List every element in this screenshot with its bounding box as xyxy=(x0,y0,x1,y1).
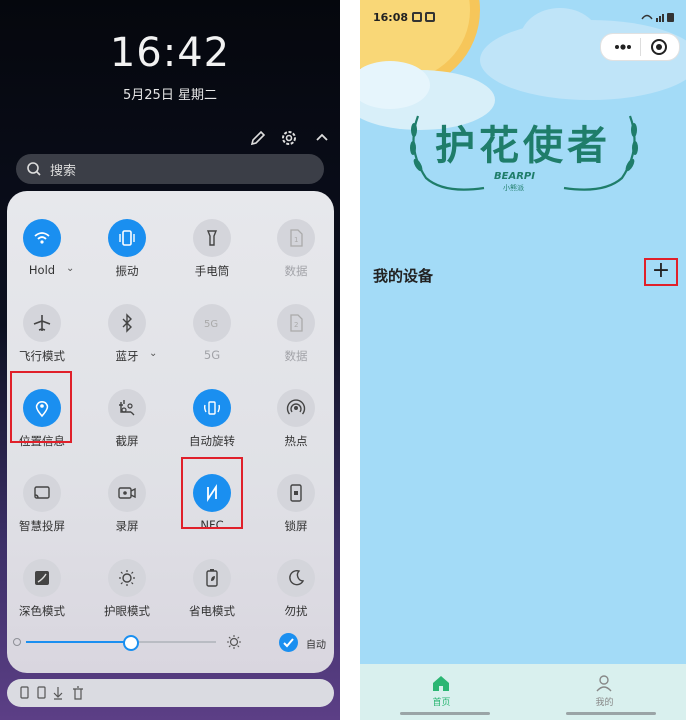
status-bar-time: 16:08 xyxy=(373,11,409,24)
tab-home[interactable]: 首页 xyxy=(360,668,523,710)
search-placeholder: 搜索 xyxy=(50,164,77,179)
battery-saver-icon xyxy=(193,559,231,597)
my-devices-heading: 我的设备 xyxy=(373,267,434,285)
quick-tile[interactable]: 振动 xyxy=(87,197,167,278)
more-menu-icon[interactable] xyxy=(609,37,637,57)
eye-comfort-icon xyxy=(108,559,146,597)
expand-chevron-icon[interactable]: ⌄ xyxy=(149,348,157,359)
quick-tile-label: 飞行模式 xyxy=(19,349,65,363)
quick-tile-label: 数据 xyxy=(284,264,308,278)
tab-profile-label: 我的 xyxy=(595,698,614,708)
tab-home-label: 首页 xyxy=(432,698,451,708)
vibrate-icon xyxy=(108,219,146,257)
brightness-slider-knob[interactable] xyxy=(122,635,139,651)
quick-tile[interactable]: 深色模式 xyxy=(2,537,82,618)
quick-tile-label: 振动 xyxy=(115,264,139,278)
close-miniprogram-icon[interactable] xyxy=(647,37,671,57)
quick-tile[interactable]: 护眼模式 xyxy=(87,537,167,618)
brightness-low-icon xyxy=(13,638,21,646)
quick-tile[interactable]: 自动旋转 xyxy=(172,367,252,448)
quick-tile-label: 自动旋转 xyxy=(189,434,235,448)
quick-tile-label: 智慧投屏 xyxy=(19,519,65,533)
highlight-box-location xyxy=(10,371,72,443)
sim2-icon: 2 xyxy=(277,304,315,342)
bluetooth-icon xyxy=(108,304,146,342)
brightness-slider-fill xyxy=(26,641,131,643)
brand-subtitle: 小熊派 xyxy=(503,184,524,192)
status-signal-battery-icons xyxy=(641,13,674,22)
status-notification-icons xyxy=(412,12,435,22)
airplane-icon xyxy=(23,304,61,342)
search-icon xyxy=(27,162,41,176)
quick-tile-label: 热点 xyxy=(284,434,308,448)
svg-text:1: 1 xyxy=(294,236,298,244)
quick-tile-label: 省电模式 xyxy=(189,604,235,618)
auto-brightness-label: 自动 xyxy=(306,640,326,651)
quick-tile-label: 深色模式 xyxy=(19,604,65,618)
svg-text:5G: 5G xyxy=(204,319,218,330)
quick-tile[interactable]: 勿扰 xyxy=(256,537,336,618)
gesture-bar-right xyxy=(566,712,656,715)
lock-screen-icon xyxy=(277,474,315,512)
screenshot-icon xyxy=(108,389,146,427)
app-logo-title: 护花使者 xyxy=(435,123,611,169)
quick-tile-label: 勿扰 xyxy=(284,604,308,618)
notification-icons xyxy=(20,686,83,700)
quick-tile-label: 手电筒 xyxy=(194,264,230,278)
search-bar[interactable]: 搜索 xyxy=(16,154,324,184)
edit-pencil-icon[interactable] xyxy=(248,128,268,148)
expand-chevron-icon[interactable]: ⌄ xyxy=(66,263,74,274)
quick-tile[interactable]: 省电模式 xyxy=(172,537,252,618)
quick-tile[interactable]: 飞行模式 xyxy=(2,282,82,363)
quick-tile-label: 锁屏 xyxy=(284,519,308,533)
home-icon xyxy=(433,676,449,691)
5g-icon: 5G xyxy=(193,304,231,342)
quick-tile: 5G 5G xyxy=(172,282,252,362)
lockscreen-date: 5月25日 星期二 xyxy=(123,88,217,103)
add-device-button[interactable]: + xyxy=(644,258,678,286)
brand-name: BEARPI xyxy=(494,171,535,182)
lockscreen-clock: 16:42 xyxy=(109,30,231,76)
quick-tile: 2 数据 xyxy=(256,282,336,363)
quick-tile[interactable]: 手电筒 xyxy=(172,197,252,278)
wifi-icon xyxy=(23,219,61,257)
quick-tile[interactable]: 录屏 xyxy=(87,452,167,533)
quick-tile-label: 5G xyxy=(203,348,221,362)
add-device-plus: + xyxy=(651,258,671,283)
profile-icon xyxy=(596,675,612,692)
quick-tile: 1 数据 xyxy=(256,197,336,278)
quick-tile[interactable]: 截屏 xyxy=(87,367,167,448)
right-phone-screen: 16:08 护花使者 BEARPI 小熊派 我的设备 + 首页 我的 xyxy=(360,0,686,720)
svg-text:2: 2 xyxy=(294,321,298,329)
quick-tile[interactable]: 热点 xyxy=(256,367,336,448)
record-icon xyxy=(108,474,146,512)
hotspot-icon xyxy=(277,389,315,427)
quick-tile-label: 数据 xyxy=(284,349,308,363)
moon-icon xyxy=(277,559,315,597)
tab-profile[interactable]: 我的 xyxy=(523,668,686,710)
quick-tile[interactable]: 智慧投屏 xyxy=(2,452,82,533)
quick-tile-label: 截屏 xyxy=(115,434,139,448)
highlight-box-nfc xyxy=(181,457,243,529)
notification-shortcut-bar[interactable] xyxy=(7,679,334,707)
brightness-high-icon xyxy=(227,635,241,649)
sim1-icon: 1 xyxy=(277,219,315,257)
capsule-divider xyxy=(640,38,641,56)
flashlight-icon xyxy=(193,219,231,257)
miniprogram-capsule xyxy=(600,33,680,61)
dark-mode-icon xyxy=(23,559,61,597)
left-phone-screen: 16:42 5月25日 星期二 搜索 Hold ⌄ 振动 手电筒 1 数据 飞行模式 蓝牙 ⌄ 5… xyxy=(0,0,340,720)
rotate-icon xyxy=(193,389,231,427)
quick-tile[interactable]: Hold ⌄ xyxy=(2,197,82,277)
settings-gear-icon[interactable] xyxy=(279,128,299,148)
quick-tile[interactable]: 锁屏 xyxy=(256,452,336,533)
quick-tile-label: 录屏 xyxy=(115,519,139,533)
cast-icon xyxy=(23,474,61,512)
quick-tile-label: 护眼模式 xyxy=(104,604,150,618)
collapse-chevron-up-icon[interactable] xyxy=(312,128,332,148)
auto-brightness-checkbox[interactable] xyxy=(279,633,298,652)
gesture-bar-left xyxy=(400,712,490,715)
quick-tile[interactable]: 蓝牙 ⌄ xyxy=(87,282,167,363)
